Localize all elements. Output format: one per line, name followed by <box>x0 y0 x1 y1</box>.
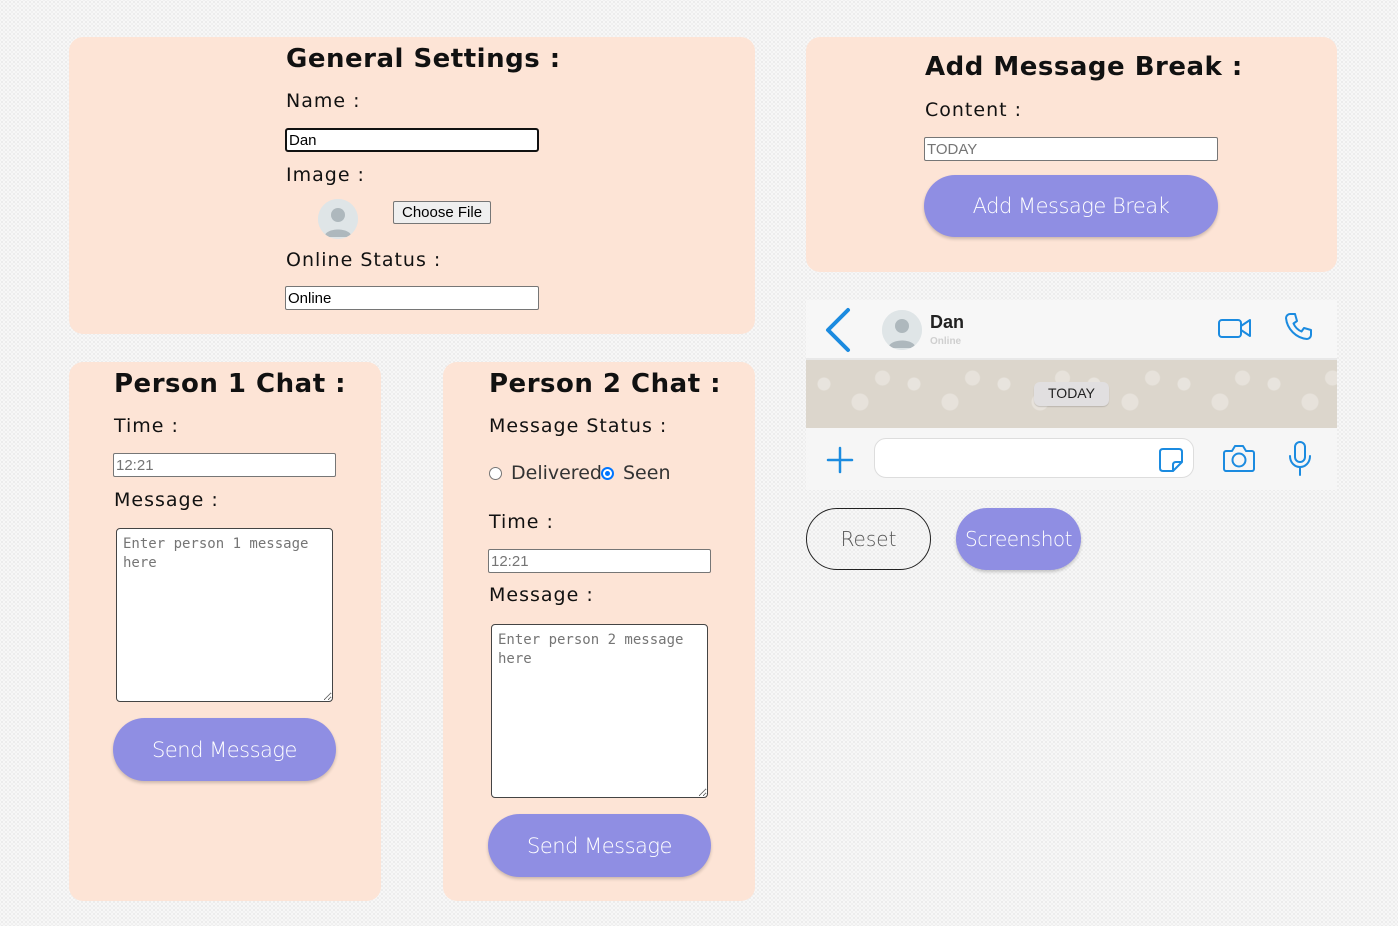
person1-message-textarea[interactable] <box>116 528 333 702</box>
radio-seen-label: Seen <box>623 462 671 484</box>
person2-time-input[interactable] <box>488 549 711 573</box>
message-status-label: Message Status : <box>489 415 668 437</box>
person2-message-label: Message : <box>489 584 594 606</box>
person1-time-label: Time : <box>114 415 179 437</box>
message-break-title: Add Message Break : <box>925 52 1243 82</box>
person2-title: Person 2 Chat : <box>489 369 722 399</box>
back-chevron-icon[interactable] <box>820 306 856 354</box>
radio-seen[interactable] <box>601 467 614 480</box>
person1-time-input[interactable] <box>113 453 336 477</box>
video-call-icon[interactable] <box>1217 315 1253 341</box>
radio-delivered[interactable] <box>489 467 502 480</box>
contact-placeholder-icon <box>882 310 922 350</box>
chat-contact-name: Dan <box>930 312 965 332</box>
person2-message-textarea[interactable] <box>491 624 708 798</box>
radio-delivered-label: Delivered <box>511 462 602 484</box>
profile-avatar <box>318 199 358 239</box>
screenshot-button[interactable]: Screenshot <box>956 508 1081 570</box>
chat-date-break: TODAY <box>1034 382 1109 406</box>
name-label: Name : <box>286 90 361 112</box>
phone-icon[interactable] <box>1282 311 1314 343</box>
add-message-break-button[interactable]: Add Message Break <box>924 175 1218 237</box>
avatar-placeholder-icon <box>318 199 358 239</box>
person2-send-button[interactable]: Send Message <box>488 814 711 877</box>
image-label: Image : <box>286 164 365 186</box>
microphone-icon[interactable] <box>1287 440 1313 478</box>
compose-message-field[interactable] <box>874 438 1194 478</box>
chat-contact-avatar <box>882 310 922 350</box>
reset-button[interactable]: Reset <box>806 508 931 570</box>
person1-send-button[interactable]: Send Message <box>113 718 336 781</box>
break-content-input[interactable] <box>924 137 1218 161</box>
online-status-input[interactable] <box>285 286 539 310</box>
camera-icon[interactable] <box>1222 442 1256 474</box>
name-input[interactable] <box>285 128 539 152</box>
online-status-label: Online Status : <box>286 249 442 271</box>
sticker-icon[interactable] <box>1157 446 1185 474</box>
plus-icon[interactable] <box>824 444 856 476</box>
person1-title: Person 1 Chat : <box>114 369 347 399</box>
person2-time-label: Time : <box>489 511 554 533</box>
person1-message-label: Message : <box>114 489 219 511</box>
content-label: Content : <box>925 99 1023 121</box>
chat-contact-status: Online <box>930 336 962 347</box>
general-settings-title: General Settings : <box>286 44 561 74</box>
choose-file-button[interactable]: Choose File <box>393 201 492 224</box>
